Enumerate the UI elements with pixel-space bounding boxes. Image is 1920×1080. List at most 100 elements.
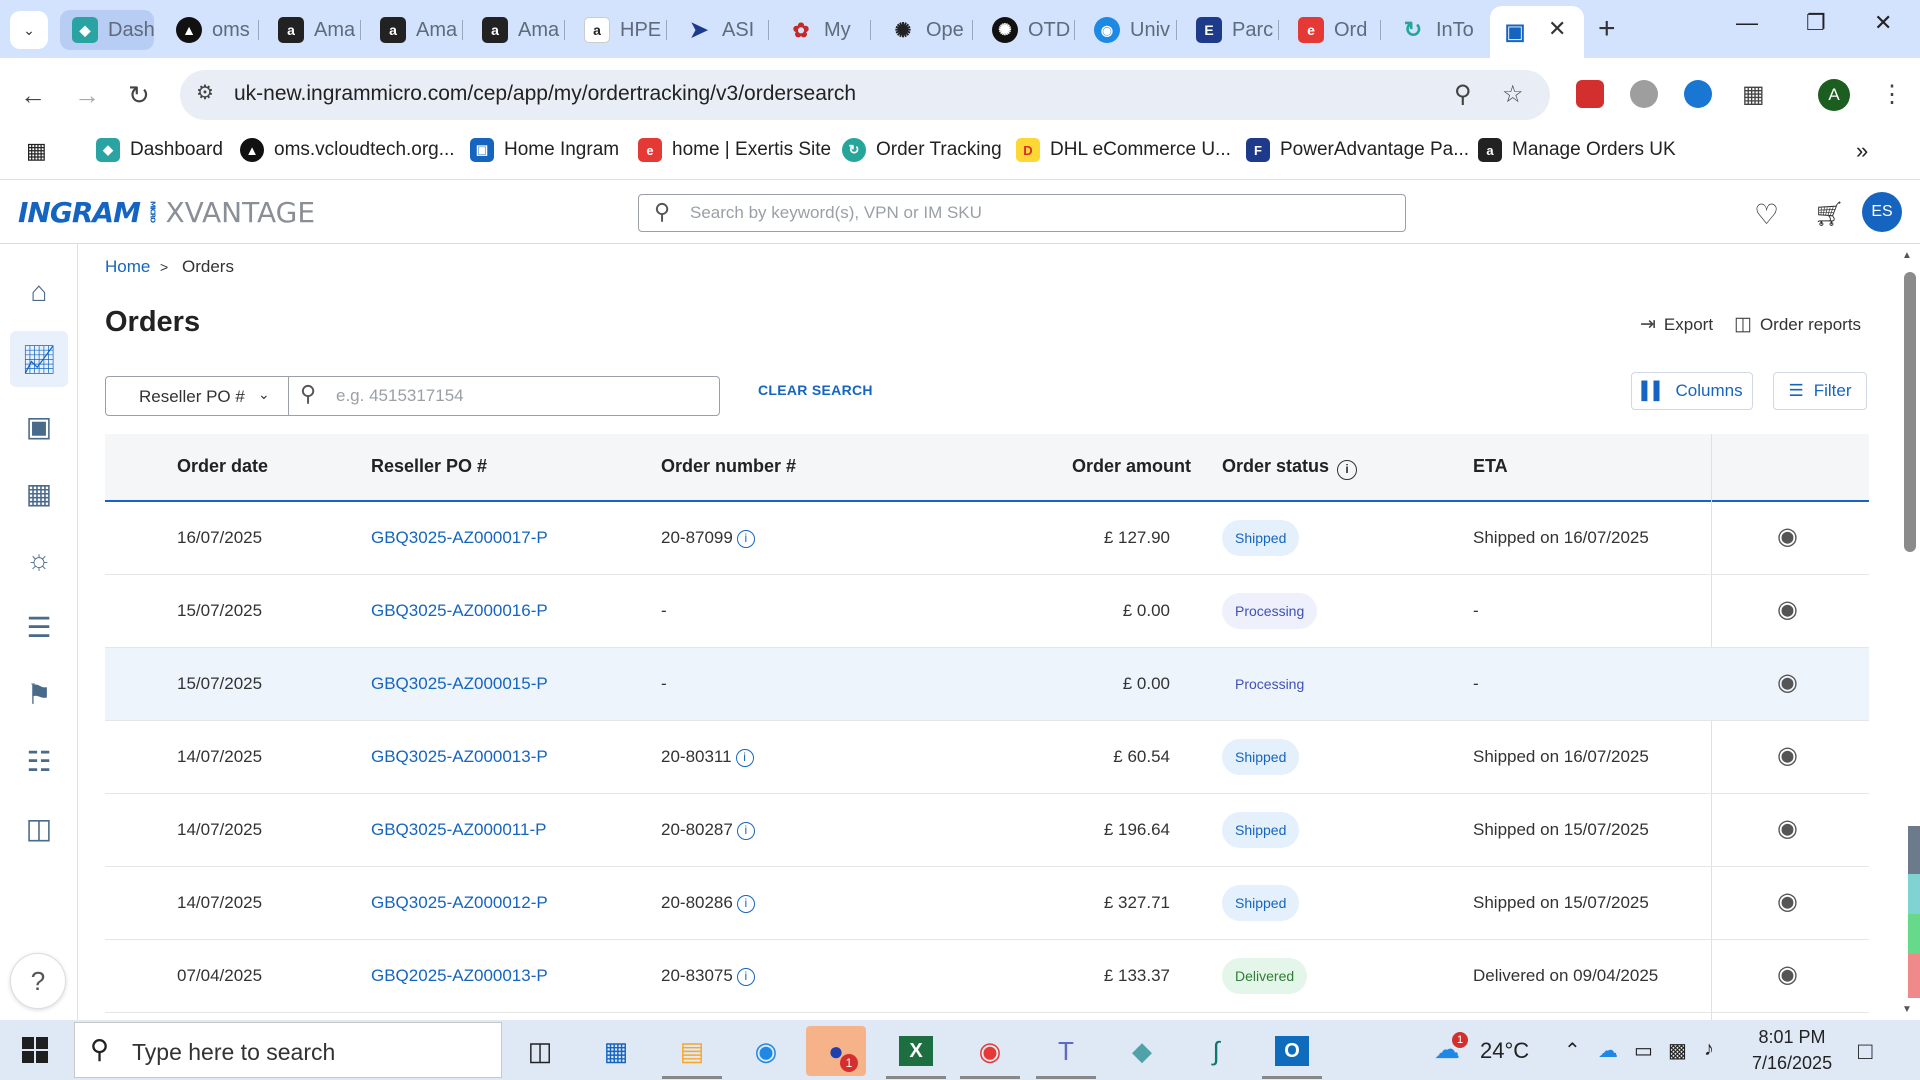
reload-icon[interactable]: ↻ (128, 80, 150, 111)
weather-temperature[interactable]: 24°C (1480, 1038, 1529, 1064)
support-nav-icon[interactable]: ⚑ (10, 666, 68, 722)
view-eye-icon[interactable]: ◉ (1777, 814, 1798, 843)
windows-start-icon[interactable] (22, 1037, 48, 1063)
browser-tab[interactable]: ✿ My (776, 10, 866, 50)
reseller-po-link[interactable]: GBQ3025-AZ000017-P (371, 528, 548, 548)
bookmark-item[interactable]: ▲ oms.vcloudtech.org... (240, 138, 455, 162)
onedrive-icon[interactable]: ☁ (1598, 1038, 1618, 1063)
favorites-heart-icon[interactable]: ♡ (1754, 198, 1779, 231)
chrome-icon[interactable]: ◉ (960, 1026, 1020, 1076)
forward-icon[interactable]: → (74, 80, 100, 111)
reseller-po-link[interactable]: GBQ3025-AZ000011-P (371, 820, 546, 840)
table-row[interactable]: 16/07/2025 GBQ3025-AZ000017-P 20-87099 i £ 1… (105, 502, 1869, 575)
browser-profile-avatar[interactable]: A (1818, 79, 1850, 111)
browser-tab[interactable]: ✺ OTD (980, 10, 1070, 50)
browser-tab[interactable]: E Parc (1184, 10, 1274, 50)
chevron-down-icon[interactable]: ⌄ (258, 386, 270, 403)
layers-nav-icon[interactable]: ☰ (10, 599, 68, 655)
vpn-extension-icon[interactable] (1684, 80, 1712, 108)
site-info-icon[interactable]: ⚙ (196, 80, 214, 105)
cube-app-icon[interactable]: ◆ (1112, 1026, 1172, 1076)
orders-analytics-nav-icon[interactable]: 📈︎ (10, 331, 68, 387)
globe-extension-icon[interactable] (1630, 80, 1658, 108)
calculator-icon[interactable]: ▦ (586, 1026, 646, 1076)
view-eye-icon[interactable]: ◉ (1777, 960, 1798, 989)
insights-lightbulb-nav-icon[interactable]: ☼ (10, 532, 68, 588)
zoom-icon[interactable]: ⚲ (1454, 80, 1472, 109)
cart-icon[interactable]: 🛒︎ (1814, 200, 1844, 229)
table-row[interactable]: 14/07/2025 GBQ3025-AZ000012-P 20-80286 i £ 3… (105, 867, 1869, 940)
window-close-icon[interactable]: ✕ (1874, 10, 1892, 36)
home-nav-icon[interactable]: ⌂ (10, 264, 68, 320)
header-order-status[interactable]: Order status (1222, 456, 1329, 477)
reseller-po-link[interactable]: GBQ3025-AZ000015-P (371, 674, 548, 694)
scroll-down-arrow-icon[interactable]: ▼ (1902, 1004, 1912, 1015)
header-order-date[interactable]: Order date (177, 456, 268, 477)
ingram-xvantage-logo[interactable]: INGRAM MICRO XVANTAGE (18, 196, 315, 229)
browser-tab[interactable]: ✺ Ope (878, 10, 968, 50)
show-hidden-icons-icon[interactable]: ⌃ (1564, 1038, 1581, 1063)
outlook-icon[interactable]: O (1262, 1026, 1322, 1076)
shopping-bag-nav-icon[interactable]: ◫ (10, 800, 68, 856)
view-eye-icon[interactable]: ◉ (1777, 668, 1798, 697)
table-row[interactable]: 14/07/2025 GBQ3025-AZ000013-P 20-80311 i £ 6… (105, 721, 1869, 794)
order-reports-button[interactable]: ◫ Order reports (1734, 313, 1861, 336)
browser-menu-icon[interactable]: ⋮ (1880, 80, 1904, 109)
info-icon[interactable]: i (736, 895, 755, 913)
breadcrumb-home[interactable]: Home (105, 257, 150, 277)
new-tab-icon[interactable]: + (1598, 12, 1616, 46)
info-icon[interactable]: i (736, 822, 755, 840)
url-text[interactable]: uk-new.ingrammicro.com/cep/app/my/ordert… (234, 82, 856, 106)
minimize-icon[interactable]: — (1736, 10, 1758, 36)
edge-icon[interactable]: ◉ (736, 1026, 796, 1076)
restore-icon[interactable]: ❐ (1806, 10, 1826, 36)
browser-tab-active[interactable]: ▣ (1490, 6, 1584, 58)
bookmark-item[interactable]: e home | Exertis Site (638, 138, 831, 162)
scrollbar-thumb[interactable] (1904, 272, 1916, 552)
bookmark-star-icon[interactable]: ☆ (1502, 80, 1524, 109)
zoom-app-icon[interactable]: ● 1 (806, 1026, 866, 1076)
bookmark-item[interactable]: D DHL eCommerce U... (1016, 138, 1231, 162)
clear-search-button[interactable]: CLEAR SEARCH (758, 382, 873, 398)
bookmark-item[interactable]: ▣ Home Ingram (470, 138, 619, 162)
browser-tab[interactable]: e Ord (1286, 10, 1376, 50)
browser-tab[interactable]: a Ama (470, 10, 560, 50)
info-icon[interactable]: i (735, 749, 754, 767)
browser-tab[interactable]: ▲ oms (164, 10, 254, 50)
view-eye-icon[interactable]: ◉ (1777, 741, 1798, 770)
tab-search-button[interactable]: ⌄ (10, 11, 48, 49)
system-clock[interactable]: 8:01 PM 7/16/2025 (1752, 1024, 1832, 1076)
browser-tab[interactable]: a Ama (368, 10, 458, 50)
browser-tab[interactable]: ↻ InTo (1388, 10, 1482, 50)
filter-button[interactable]: ☰ Filter (1773, 372, 1867, 410)
volume-icon[interactable]: ♪ (1704, 1038, 1714, 1061)
header-eta[interactable]: ETA (1473, 456, 1508, 477)
calendar-nav-icon[interactable]: ☷ (10, 733, 68, 789)
reseller-po-link[interactable]: GBQ3025-AZ000016-P (371, 601, 548, 621)
notifications-icon[interactable]: □ (1858, 1038, 1873, 1066)
browser-tab[interactable]: ➤ ASI (674, 10, 764, 50)
info-icon[interactable]: i (736, 968, 755, 986)
view-eye-icon[interactable]: ◉ (1777, 522, 1798, 551)
extensions-puzzle-icon[interactable]: ▦ (1742, 80, 1765, 109)
browser-tab[interactable]: a Ama (266, 10, 356, 50)
info-icon[interactable]: i (1333, 458, 1357, 480)
export-button[interactable]: ⇥ Export (1640, 313, 1713, 336)
bookmark-item[interactable]: F PowerAdvantage Pa... (1246, 138, 1469, 162)
browser-tab[interactable]: ◆ Dash (60, 10, 154, 50)
close-tab-icon[interactable]: ✕ (1548, 16, 1566, 42)
more-bookmarks-icon[interactable]: » (1856, 138, 1868, 164)
info-icon[interactable]: i (736, 530, 755, 548)
store-nav-icon[interactable]: ▦ (10, 465, 68, 521)
script-app-icon[interactable]: ∫ (1186, 1026, 1246, 1076)
help-icon[interactable]: ? (10, 953, 66, 1009)
table-row[interactable]: 07/04/2025 GBQ2025-AZ000013-P 20-83075 i £ 1… (105, 940, 1869, 1013)
user-avatar[interactable]: ES (1862, 192, 1902, 232)
browser-tab[interactable]: a HPE (572, 10, 662, 50)
table-row[interactable]: 14/07/2025 GBQ3025-AZ000011-P 20-80287 i £ 1… (105, 794, 1869, 867)
file-explorer-icon[interactable]: ▤ (662, 1026, 722, 1076)
products-nav-icon[interactable]: ▣ (10, 398, 68, 454)
apps-grid-icon[interactable]: ▦ (26, 138, 47, 164)
bookmark-item[interactable]: ◆ Dashboard (96, 138, 223, 162)
scroll-up-arrow-icon[interactable]: ▲ (1902, 250, 1912, 261)
